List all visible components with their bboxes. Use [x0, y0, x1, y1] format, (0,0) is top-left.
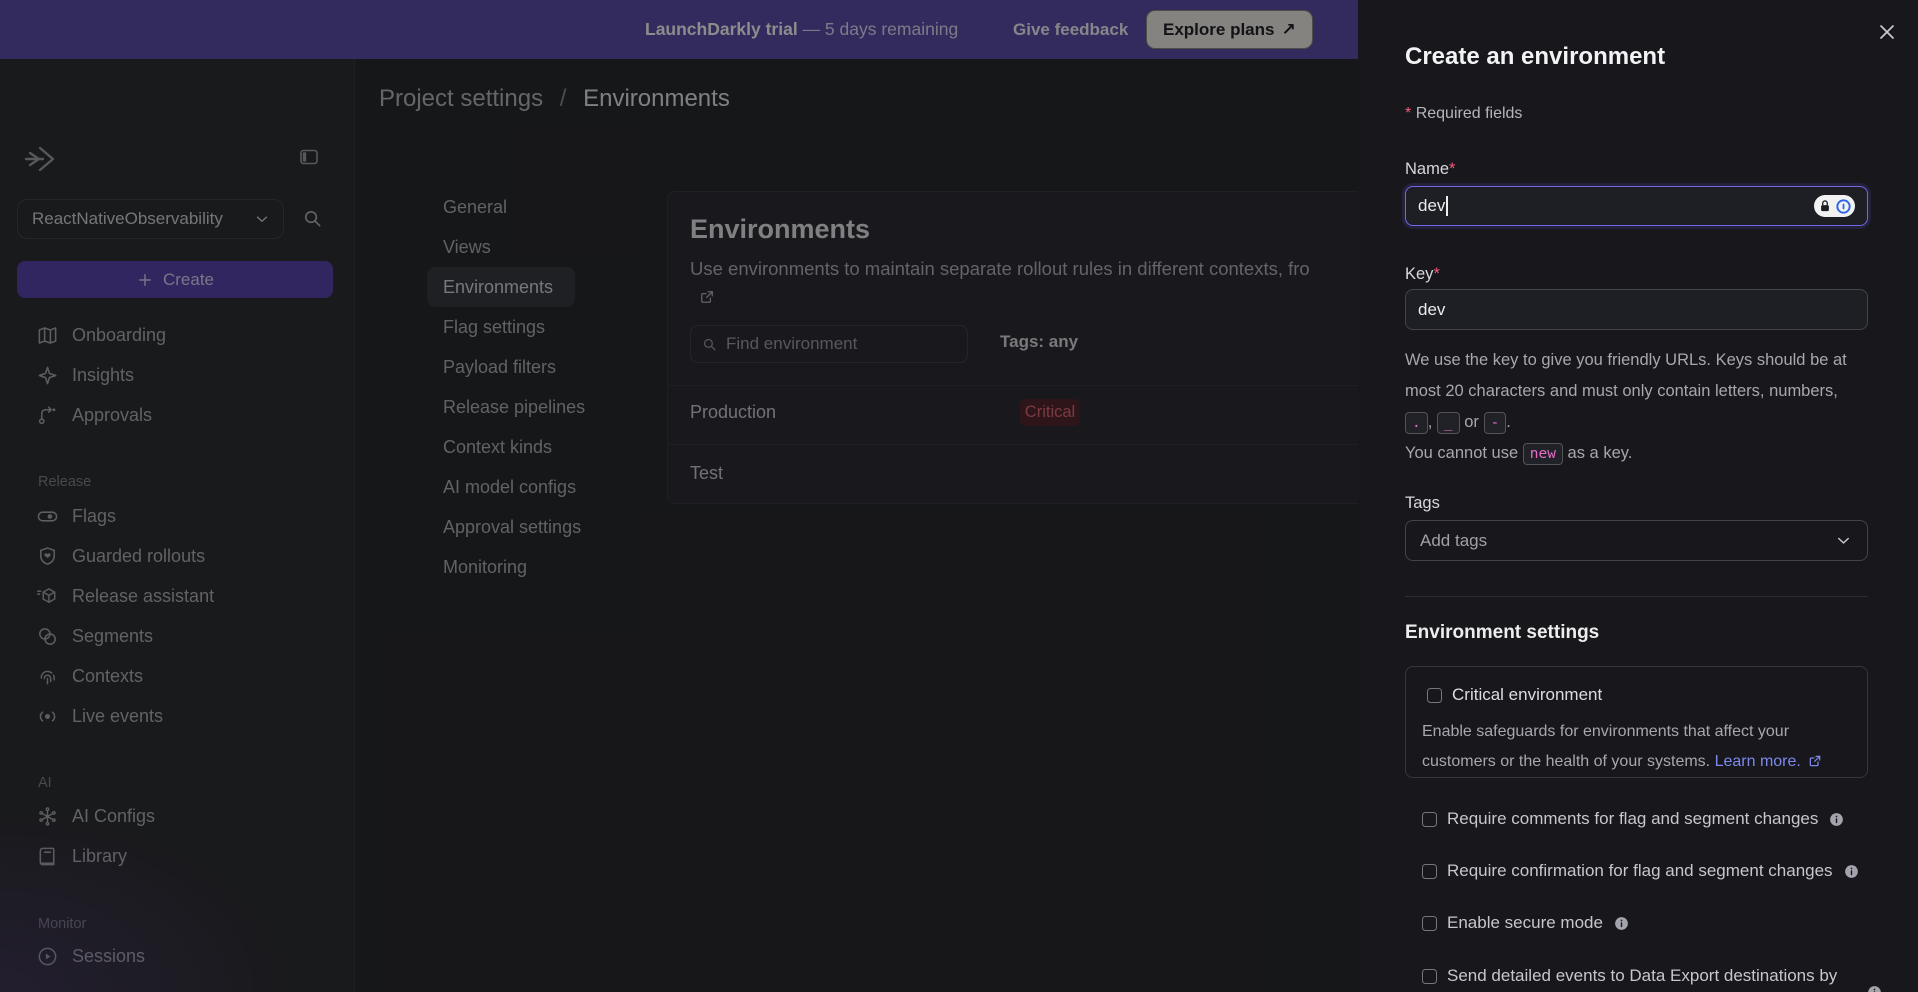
kbd-new: new: [1523, 443, 1563, 465]
info-icon[interactable]: [1843, 863, 1860, 880]
critical-environment-checkbox[interactable]: [1427, 688, 1442, 703]
info-icon[interactable]: [1613, 915, 1630, 932]
drawer-title: Create an environment: [1405, 43, 1665, 71]
tags-label: Tags: [1405, 494, 1440, 513]
required-note-text: Required fields: [1416, 105, 1523, 122]
kbd-dash: -: [1484, 412, 1507, 434]
name-label: Name*: [1405, 160, 1455, 179]
required-asterisk: *: [1433, 265, 1439, 283]
create-environment-drawer: Create an environment * Required fields …: [1358, 0, 1918, 992]
chevron-down-icon: [1834, 531, 1853, 550]
environment-settings-heading: Environment settings: [1405, 622, 1599, 644]
data-export-label: Send detailed events to Data Export dest…: [1447, 963, 1837, 989]
required-asterisk: *: [1405, 105, 1411, 122]
key-helper-text: We use the key to give you friendly URLs…: [1405, 345, 1873, 469]
enable-secure-mode-label: Enable secure mode: [1447, 910, 1603, 936]
name-value: dev: [1418, 196, 1445, 216]
modal-backdrop[interactable]: [0, 0, 1358, 992]
app-screen: LaunchDarkly trial — 5 days remaining Gi…: [0, 0, 1918, 992]
enable-secure-mode-checkbox[interactable]: [1422, 916, 1437, 931]
require-comments-checkbox[interactable]: [1422, 812, 1437, 827]
require-comments-row: Require comments for flag and segment ch…: [1422, 806, 1868, 832]
close-icon[interactable]: [1875, 20, 1899, 44]
key-value: dev: [1418, 300, 1445, 320]
required-asterisk: *: [1449, 160, 1455, 178]
data-export-row: Send detailed events to Data Export dest…: [1422, 963, 1868, 989]
add-tags-placeholder: Add tags: [1420, 531, 1487, 551]
external-link-icon: [1807, 753, 1823, 769]
add-tags-select[interactable]: Add tags: [1405, 520, 1868, 561]
text-cursor: [1446, 196, 1448, 216]
key-label: Key*: [1405, 265, 1440, 284]
required-fields-note: * Required fields: [1405, 105, 1522, 123]
enable-secure-mode-row: Enable secure mode: [1422, 910, 1868, 936]
key-input[interactable]: dev: [1405, 289, 1868, 330]
critical-environment-label: Critical environment: [1452, 685, 1602, 705]
learn-more-link[interactable]: Learn more.: [1715, 753, 1801, 770]
name-input[interactable]: dev: [1405, 186, 1868, 226]
info-icon[interactable]: [1828, 811, 1845, 828]
require-comments-label: Require comments for flag and segment ch…: [1447, 806, 1818, 832]
divider: [1405, 596, 1868, 597]
kbd-underscore: _: [1437, 412, 1460, 434]
require-confirmation-checkbox[interactable]: [1422, 864, 1437, 879]
info-icon[interactable]: [1866, 984, 1883, 992]
require-confirmation-row: Require confirmation for flag and segmen…: [1422, 858, 1868, 884]
require-confirmation-label: Require confirmation for flag and segmen…: [1447, 858, 1833, 884]
critical-environment-description: Enable safeguards for environments that …: [1422, 717, 1850, 777]
data-export-checkbox[interactable]: [1422, 969, 1437, 984]
onepassword-icon[interactable]: [1814, 195, 1855, 217]
kbd-dot: .: [1405, 412, 1428, 434]
critical-environment-card: Critical environment Enable safeguards f…: [1405, 666, 1868, 778]
